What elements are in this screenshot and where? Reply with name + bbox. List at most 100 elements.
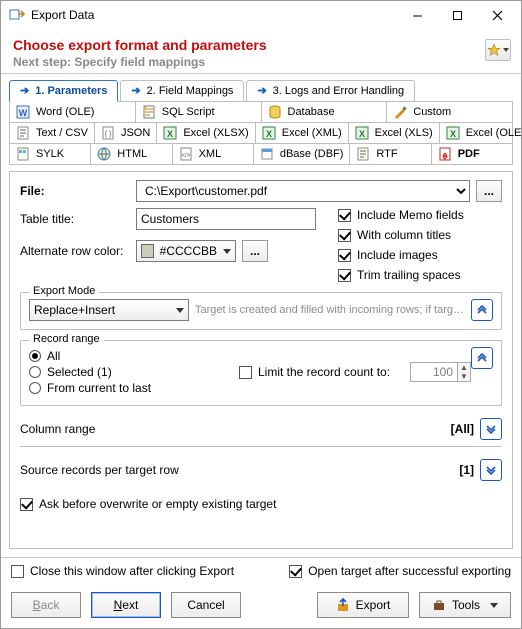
checkbox-label: Open target after successful exporting [308, 564, 511, 578]
format-xml[interactable]: </>XML [173, 144, 254, 164]
ask-overwrite-checkbox[interactable]: Ask before overwrite or empty existing t… [20, 497, 502, 511]
tools-button[interactable]: Tools [419, 592, 511, 618]
column-range-value: [All] [451, 422, 474, 436]
favorites-button[interactable] [485, 39, 511, 61]
radio-selected[interactable]: Selected (1) [29, 365, 209, 379]
opt-trim-spaces[interactable]: Trim trailing spaces [338, 268, 464, 282]
collapse-record-range-button[interactable] [471, 347, 493, 369]
text-csv-icon [16, 126, 30, 140]
caret-down-icon: ▼ [458, 372, 470, 381]
tab-logs-errors[interactable]: ➔3. Logs and Error Handling [246, 80, 415, 101]
limit-count-checkbox[interactable]: Limit the record count to: [239, 365, 390, 379]
format-excel-xml[interactable]: XExcel (XML) [256, 123, 349, 143]
svg-text:X: X [359, 129, 365, 139]
format-label: PDF [458, 148, 480, 160]
minimize-button[interactable] [397, 2, 437, 28]
expand-column-range-button[interactable] [480, 418, 502, 440]
export-mode-select[interactable]: Replace+Insert [29, 299, 189, 321]
format-dbase[interactable]: dBase (DBF) [254, 144, 351, 164]
export-button[interactable]: Export [317, 592, 409, 618]
svg-text:</>: </> [181, 153, 190, 159]
column-range-label: Column range [20, 422, 95, 436]
tab-label: 2. Field Mappings [147, 85, 234, 97]
checkbox-icon [338, 249, 351, 262]
close-button[interactable] [477, 2, 517, 28]
arrow-icon: ➔ [20, 84, 29, 97]
format-excel-ole[interactable]: XExcel (OLE) [440, 123, 522, 143]
step-tabs: ➔1. Parameters ➔2. Field Mappings ➔3. Lo… [1, 74, 521, 101]
opt-include-memo[interactable]: Include Memo fields [338, 208, 464, 222]
close-after-export-checkbox[interactable]: Close this window after clicking Export [11, 564, 234, 578]
expand-source-rows-button[interactable] [480, 459, 502, 481]
export-mode-group: Export Mode Replace+Insert Target is cre… [20, 292, 502, 330]
format-label: Database [288, 106, 335, 118]
custom-icon [393, 105, 407, 119]
collapse-export-mode-button[interactable] [471, 299, 493, 321]
tab-label: 1. Parameters [35, 85, 107, 97]
radio-from-current[interactable]: From current to last [29, 381, 209, 395]
limit-count-input[interactable]: 100 [410, 362, 458, 382]
format-json[interactable]: { }JSON [95, 123, 157, 143]
opt-with-titles[interactable]: With column titles [338, 228, 464, 242]
checkbox-icon [239, 366, 252, 379]
pdf-icon [438, 147, 452, 161]
caret-up-icon: ▲ [458, 363, 470, 372]
checkbox-icon [11, 565, 24, 578]
alt-color-label: Alternate row color: [20, 244, 130, 258]
browse-file-button[interactable]: ... [476, 180, 502, 202]
database-icon [268, 105, 282, 119]
next-button[interactable]: Next [91, 592, 161, 618]
format-pdf[interactable]: PDF [432, 144, 512, 164]
format-label: Excel (XLSX) [183, 127, 248, 139]
button-label: Export [356, 598, 391, 612]
record-range-legend: Record range [29, 333, 104, 345]
radio-icon [29, 382, 41, 394]
alt-color-more-button[interactable]: ... [242, 240, 268, 262]
format-text-csv[interactable]: Text / CSV [10, 123, 95, 143]
format-custom[interactable]: Custom [387, 102, 512, 122]
table-title-input[interactable] [136, 208, 316, 230]
checkbox-label: Include Memo fields [357, 208, 464, 222]
format-label: Custom [413, 106, 451, 118]
record-range-group: Record range All Selected (1) From curre… [20, 340, 502, 406]
format-label: Text / CSV [36, 127, 88, 139]
tab-field-mappings[interactable]: ➔2. Field Mappings [120, 80, 244, 101]
format-label: dBase (DBF) [280, 148, 344, 160]
open-target-checkbox[interactable]: Open target after successful exporting [289, 564, 511, 578]
format-database[interactable]: Database [262, 102, 388, 122]
checkbox-icon [289, 565, 302, 578]
source-rows-label: Source records per target row [20, 463, 179, 477]
back-button[interactable]: Back [11, 592, 81, 618]
format-excel-xls[interactable]: XExcel (XLS) [349, 123, 440, 143]
xml-icon: </> [179, 147, 193, 161]
format-rtf[interactable]: RTF [350, 144, 431, 164]
format-sql-script[interactable]: SQL Script [136, 102, 262, 122]
limit-count-spinner[interactable]: ▲▼ [457, 362, 471, 382]
radio-label: From current to last [47, 381, 151, 395]
excel-icon: X [355, 126, 369, 140]
arrow-icon: ➔ [257, 84, 266, 97]
app-icon [9, 7, 25, 23]
excel-icon: X [163, 126, 177, 140]
file-path-input[interactable]: C:\Export\customer.pdf [136, 180, 470, 202]
format-html[interactable]: HTML [91, 144, 172, 164]
button-label: Tools [452, 598, 480, 612]
maximize-button[interactable] [437, 2, 477, 28]
cancel-button[interactable]: Cancel [171, 592, 241, 618]
alt-color-picker[interactable]: #CCCCBB [136, 240, 236, 262]
export-mode-legend: Export Mode [29, 285, 99, 297]
dbf-icon [260, 147, 274, 161]
sql-icon [142, 105, 156, 119]
svg-text:X: X [167, 129, 173, 139]
button-label: Back [33, 598, 60, 612]
tab-parameters[interactable]: ➔ 1. Parameters [9, 80, 118, 102]
format-excel-xlsx[interactable]: X Excel (XLSX) [157, 123, 255, 143]
format-sylk[interactable]: SYLK [10, 144, 91, 164]
format-word-ole[interactable]: WWord (OLE) [10, 102, 136, 122]
opt-include-images[interactable]: Include images [338, 248, 464, 262]
html-icon [97, 147, 111, 161]
excel-icon: X [262, 126, 276, 140]
radio-all[interactable]: All [29, 349, 209, 363]
export-icon [336, 598, 350, 612]
radio-icon [29, 350, 41, 362]
